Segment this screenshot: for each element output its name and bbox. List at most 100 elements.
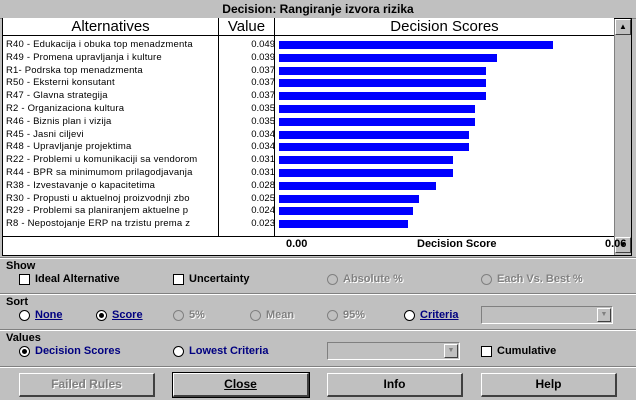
table-row[interactable]: R48 - Upravljanje projektima 0.034 (3, 140, 615, 153)
table-row[interactable]: R1- Podrska top menadzmenta 0.037 (3, 64, 615, 77)
score-bar (279, 181, 436, 190)
absolute-radio[interactable] (327, 274, 338, 285)
sort-score-radio[interactable] (96, 310, 107, 321)
alternative-value: 0.028 (251, 179, 275, 191)
axis-max: 0.06 (605, 238, 627, 250)
alternative-name: R29 - Problemi sa planiranjem aktuelne p (6, 205, 189, 217)
scroll-up-icon[interactable]: ▲ (615, 19, 631, 35)
table-row[interactable]: R40 - Edukacija i obuka top menadzmenta 0… (3, 38, 615, 51)
divider (0, 257, 636, 259)
score-bar (279, 130, 469, 139)
sort-5pct-label: 5% (189, 309, 205, 321)
table-row[interactable]: R44 - BPR sa minimumom prilagodjavanja 0.… (3, 166, 615, 179)
uncertainty-label[interactable]: Uncertainty (189, 273, 250, 285)
sort-mean-radio[interactable] (250, 310, 261, 321)
alternative-name: R22 - Problemi u komunikaciji sa vendoro… (6, 154, 198, 166)
uncertainty-checkbox[interactable] (173, 274, 184, 285)
decision-scores-radio[interactable] (19, 346, 30, 357)
table-bottom-line (3, 236, 615, 237)
score-bar (279, 220, 408, 229)
cumulative-label[interactable]: Cumulative (497, 345, 556, 357)
alternative-value: 0.035 (251, 103, 275, 114)
alternative-name: R8 - Nepostojanje ERP na trzistu prema z (6, 218, 191, 230)
score-bar (279, 117, 475, 126)
header-alternatives: Alternatives (3, 18, 219, 36)
alternative-value: 0.037 (251, 90, 275, 102)
alternative-value: 0.031 (251, 154, 275, 166)
failed-rules-button[interactable]: Failed Rules (19, 373, 155, 397)
header-decision-scores: Decision Scores (275, 18, 614, 36)
vertical-scrollbar[interactable]: ▲ ▼ (614, 19, 631, 255)
table-row[interactable]: R46 - Biznis plan i vizija 0.035 (3, 115, 615, 128)
alternative-name: R30 - Propusti u aktuelnoj proizvodnji z… (6, 192, 190, 204)
sort-label: Sort (6, 296, 28, 308)
alternative-name: R47 - Glavna strategija (6, 90, 108, 102)
window-title: Decision: Rangiranje izvora rizika (0, 0, 636, 19)
alternative-value: 0.024 (251, 205, 275, 217)
ideal-alternative-checkbox[interactable] (19, 274, 30, 285)
table-row[interactable]: R29 - Problemi sa planiranjem aktuelne p… (3, 204, 615, 217)
alternative-value: 0.049 (251, 39, 275, 50)
table-row[interactable]: R30 - Propusti u aktuelnoj proizvodnji z… (3, 192, 615, 205)
sort-criteria-label[interactable]: Criteria (420, 309, 459, 321)
score-bar (279, 53, 497, 62)
axis-min: 0.00 (286, 238, 308, 250)
absolute-label: Absolute % (343, 273, 403, 285)
lowest-criteria-radio[interactable] (173, 346, 184, 357)
chevron-down-icon[interactable]: ▼ (597, 308, 611, 322)
alternative-name: R49 - Promena upravljanja i kulture (6, 51, 162, 63)
score-bar (279, 169, 453, 177)
cumulative-checkbox[interactable] (481, 346, 492, 357)
close-button[interactable]: Close (172, 372, 310, 398)
ideal-alternative-label[interactable]: Ideal Alternative (35, 273, 120, 285)
axis-label: Decision Score (417, 238, 497, 250)
score-bar (279, 194, 419, 203)
alternative-name: R45 - Jasni ciljevi (6, 128, 84, 140)
divider (0, 329, 636, 331)
each-vs-best-radio[interactable] (481, 274, 492, 285)
info-button[interactable]: Info (327, 373, 463, 397)
criteria-dropdown[interactable]: ▼ (481, 306, 613, 324)
sort-5pct-radio[interactable] (173, 310, 184, 321)
score-bar (279, 41, 553, 49)
table-row[interactable]: R45 - Jasni ciljevi 0.034 (3, 128, 615, 141)
alternative-name: R48 - Upravljanje projektima (6, 141, 132, 153)
chevron-down-icon[interactable]: ▼ (444, 344, 458, 358)
lowest-criteria-label[interactable]: Lowest Criteria (189, 345, 268, 357)
alternative-value: 0.034 (251, 141, 275, 153)
table-row[interactable]: R47 - Glavna strategija 0.037 (3, 89, 615, 102)
alternative-value: 0.025 (251, 192, 275, 204)
sort-mean-label: Mean (266, 309, 295, 321)
alternative-name: R50 - Eksterni konsutant (6, 77, 115, 89)
header-value: Value (219, 18, 275, 36)
alternative-value: 0.037 (251, 77, 275, 89)
alternative-name: R44 - BPR sa minimumom prilagodjavanja (6, 167, 193, 178)
table-row[interactable]: R2 - Organizaciona kultura 0.035 (3, 102, 615, 115)
table-row[interactable]: R8 - Nepostojanje ERP na trzistu prema z… (3, 217, 615, 230)
alternative-name: R38 - Izvestavanje o kapacitetima (6, 179, 156, 191)
sort-score-label[interactable]: Score (112, 309, 143, 321)
sort-criteria-radio[interactable] (404, 310, 415, 321)
table-row[interactable]: R38 - Izvestavanje o kapacitetima 0.028 (3, 179, 615, 192)
divider (0, 366, 636, 368)
alternative-value: 0.023 (251, 218, 275, 230)
sort-none-label[interactable]: None (35, 309, 63, 321)
table-row[interactable]: R22 - Problemi u komunikaciji sa vendoro… (3, 153, 615, 166)
alternative-value: 0.037 (251, 64, 275, 76)
score-bar (279, 105, 475, 113)
table-row[interactable]: R50 - Eksterni konsutant 0.037 (3, 76, 615, 89)
score-bar (279, 79, 486, 88)
score-bar (279, 207, 413, 216)
sort-95pct-radio[interactable] (327, 310, 338, 321)
alternative-name: R46 - Biznis plan i vizija (6, 115, 112, 127)
decision-scores-label[interactable]: Decision Scores (35, 345, 121, 357)
sort-none-radio[interactable] (19, 310, 30, 321)
lowest-criteria-dropdown[interactable]: ▼ (327, 342, 460, 360)
alternative-name: R40 - Edukacija i obuka top menadzmenta (6, 39, 193, 50)
alternative-name: R2 - Organizaciona kultura (6, 103, 125, 114)
divider (0, 293, 636, 295)
show-label: Show (6, 260, 36, 272)
table-row[interactable]: R49 - Promena upravljanja i kulture 0.039 (3, 51, 615, 64)
alternative-value: 0.031 (251, 167, 275, 178)
help-button[interactable]: Help (481, 373, 617, 397)
